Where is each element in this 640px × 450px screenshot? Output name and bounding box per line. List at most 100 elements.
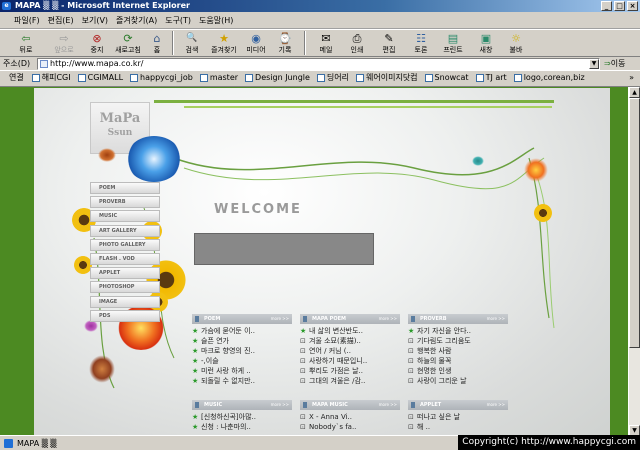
forward-button[interactable]: ⇨ 앞으로 — [44, 30, 84, 57]
list-item[interactable]: ★ -,이슬 — [192, 356, 292, 366]
list-item[interactable]: ⊡ 그대의 겨울은 /감.. — [300, 376, 400, 386]
menu-help[interactable]: 도움말(H) — [195, 15, 237, 26]
list-item[interactable]: ⊡ 사랑하기 때문입니.. — [300, 356, 400, 366]
vertical-scrollbar[interactable]: ▲ ▼ — [628, 87, 640, 435]
new-window-button[interactable]: ▣ 새창 — [470, 30, 502, 57]
close-button[interactable]: × — [627, 1, 638, 11]
logo-text: MaPa — [99, 111, 141, 126]
list-item[interactable]: ⊡ 떠나고 싶은 날 — [408, 412, 508, 422]
links-label: 연결 — [9, 73, 24, 82]
menu-favorites[interactable]: 즐겨찾기(A) — [112, 15, 161, 26]
list-item[interactable]: ⊡ 연어 / 커님 (.. — [300, 346, 400, 356]
mapa-poem-panel: MAPA POEM more >> ★ 내 삶의 변산반도.. ⊡ 겨울 소묘(素描)… — [300, 314, 400, 386]
list-item[interactable]: ⊡ 하늘의 물꼭 — [408, 356, 508, 366]
refresh-icon: ⟳ — [123, 32, 133, 45]
scroll-up-button[interactable]: ▲ — [629, 87, 640, 98]
menu-edit[interactable]: 편집(E) — [44, 15, 78, 26]
favorites-button[interactable]: ★ 즐겨찾기 — [206, 30, 242, 57]
scroll-down-button[interactable]: ▼ — [629, 425, 640, 435]
nav-item-photoshop[interactable]: PHOTOSHOP — [90, 281, 160, 294]
list-item[interactable]: ⊡ 겨울 소묘(素描).. — [300, 336, 400, 346]
list-item[interactable]: ★ 되돌릴 수 없지만.. — [192, 376, 292, 386]
panel-header: MUSIC more >> — [192, 400, 292, 410]
link-item[interactable]: happycgi_job — [130, 73, 193, 82]
star-bullet-icon: ★ — [300, 327, 307, 335]
list-item[interactable]: ⊡ 현명한 인생 — [408, 366, 508, 376]
link-item[interactable]: logo,corean,biz — [513, 73, 585, 82]
nav-item-photo-gallery[interactable]: PHOTO GALLERY — [90, 238, 160, 251]
home-button[interactable]: ⌂ 홈 — [146, 30, 168, 57]
refresh-button[interactable]: ⟳ 새로고침 — [110, 30, 146, 57]
list-item[interactable]: ★ 자기 자신을 안다.. — [408, 326, 508, 336]
more-link[interactable]: more >> — [487, 314, 505, 324]
address-dropdown-button[interactable]: ▼ — [589, 59, 599, 69]
more-link[interactable]: more >> — [379, 314, 397, 324]
minimize-button[interactable]: _ — [601, 1, 612, 11]
menu-tools[interactable]: 도구(T) — [161, 15, 195, 26]
nav-item-applet[interactable]: APPLET — [90, 267, 160, 280]
list-item[interactable]: ★ 마크로 향영의 진.. — [192, 346, 292, 356]
address-label: 주소(D) — [3, 59, 31, 68]
list-item[interactable]: ⊡ 사랑이 그리운 날 — [408, 376, 508, 386]
lightbulb-button[interactable]: ☼ 불바 — [502, 30, 530, 57]
links-overflow-icon[interactable]: » — [629, 73, 634, 82]
menu-view[interactable]: 보기(V) — [78, 15, 112, 26]
doc-bullet-icon: ⊡ — [408, 377, 414, 385]
nav-item-image[interactable]: IMAGE — [90, 295, 160, 308]
link-item[interactable]: Snowcat — [424, 73, 469, 82]
menu-file[interactable]: 파일(F) — [10, 15, 44, 26]
more-link[interactable]: more >> — [379, 400, 397, 410]
doc-bullet-icon: ⊡ — [300, 357, 306, 365]
link-item[interactable]: 딩어리 — [316, 72, 349, 83]
go-button[interactable]: ⇒이동 — [604, 57, 625, 70]
printer-button[interactable]: ▤ 프린트 — [436, 30, 470, 57]
link-page-icon — [31, 73, 40, 82]
media-button[interactable]: ◉ 미디어 — [242, 30, 270, 57]
list-item[interactable]: ⊡ 뿌리도 가점은 날.. — [300, 366, 400, 376]
stop-button[interactable]: ⊗ 중지 — [84, 30, 110, 57]
list-item[interactable]: ⊡ X - Anna Vi.. — [300, 412, 400, 422]
nav-item-pds[interactable]: PDS — [90, 309, 160, 322]
back-button[interactable]: ⇦ 뒤로 — [8, 30, 44, 57]
link-item[interactable]: Design Jungle — [245, 73, 310, 82]
list-item[interactable]: ⊡ 행복한 사람 — [408, 346, 508, 356]
list-item[interactable]: ★ 신청 : 나춘마의.. — [192, 422, 292, 432]
list-item[interactable]: ★ [신청하신곡]아많.. — [192, 412, 292, 422]
search-icon: 🔍 — [186, 33, 198, 43]
star-bullet-icon: ★ — [192, 327, 199, 335]
print-button[interactable]: ⎙ 인쇄 — [342, 30, 372, 57]
nav-item-poem[interactable]: POEM — [90, 182, 160, 194]
maximize-button[interactable]: □ — [614, 1, 625, 11]
list-item[interactable]: ★ 가슴에 묻어둔 이.. — [192, 326, 292, 336]
nav-item-proverb[interactable]: PROVERB — [90, 196, 160, 209]
nav-item-flash-vod[interactable]: FLASH . VOD — [90, 252, 160, 265]
edit-button[interactable]: ✎ 편집 — [372, 30, 406, 57]
more-link[interactable]: more >> — [487, 400, 505, 410]
history-button[interactable]: ⌚ 기록 — [270, 30, 300, 57]
mail-button[interactable]: ✉ 메일 — [310, 30, 342, 57]
more-link[interactable]: more >> — [271, 400, 289, 410]
list-item[interactable]: ⊡ 기다림도 그리움도 — [408, 336, 508, 346]
link-item[interactable]: master — [199, 73, 238, 82]
blue-lily-flower-decoration — [126, 136, 182, 182]
discuss-button[interactable]: ☷ 토론 — [406, 30, 436, 57]
nav-item-art-gallery[interactable]: ART GALLERY — [90, 224, 160, 237]
list-item[interactable]: ⊡ 해 .. — [408, 422, 508, 432]
address-input[interactable]: http://www.mapa.co.kr/ ▼ — [37, 58, 600, 70]
link-item[interactable]: TJ art — [475, 73, 507, 82]
link-item[interactable]: 웨어이미지닷컴 — [356, 72, 418, 83]
nav-item-music[interactable]: MUSIC — [90, 210, 160, 223]
link-item[interactable]: CGIMALL — [77, 73, 123, 82]
butterfly-decoration — [472, 156, 484, 166]
menu-bar: 파일(F) 편집(E) 보기(V) 즐겨찾기(A) 도구(T) 도움말(H) — [0, 12, 640, 29]
more-link[interactable]: more >> — [271, 314, 289, 324]
proverb-panel: PROVERB more >> ★ 자기 자신을 안다.. ⊡ 기다림도 그리움도 ⊡… — [408, 314, 508, 386]
list-item[interactable]: ★ 미런 사랑 하게 .. — [192, 366, 292, 376]
search-button[interactable]: 🔍 검색 — [178, 30, 206, 57]
list-item[interactable]: ★ 슬픈 연가 — [192, 336, 292, 346]
star-bullet-icon: ★ — [192, 367, 199, 375]
scroll-thumb[interactable] — [629, 98, 640, 348]
list-item[interactable]: ⊡ Nobody`s fa.. — [300, 422, 400, 432]
link-item[interactable]: 해피CGI — [31, 72, 71, 83]
list-item[interactable]: ★ 내 삶의 변산반도.. — [300, 326, 400, 336]
